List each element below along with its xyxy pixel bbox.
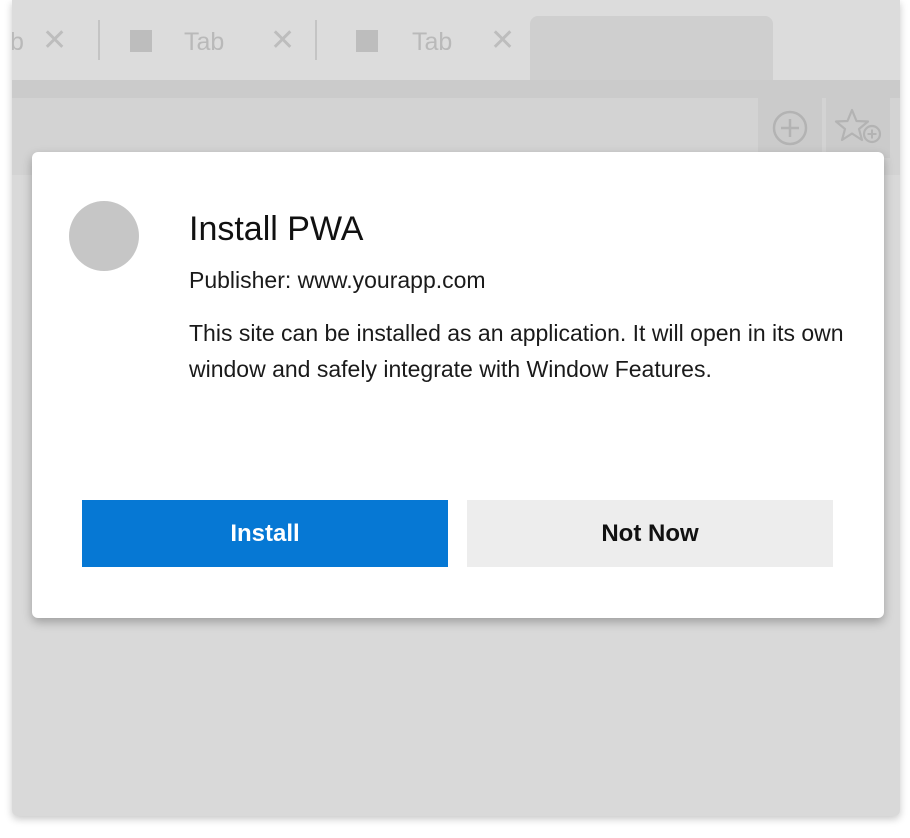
active-tab[interactable]: [530, 16, 773, 80]
install-pwa-dialog: Install PWA Publisher: www.yourapp.com T…: [32, 152, 884, 618]
tab-1[interactable]: b ✕: [12, 0, 92, 80]
toolbar-strip: [12, 80, 900, 98]
dialog-title: Install PWA: [189, 210, 364, 248]
favicon-icon: [356, 30, 378, 52]
tab-title: Tab: [184, 28, 225, 56]
install-button[interactable]: Install: [82, 500, 448, 567]
tab-3[interactable]: Tab ✕: [332, 0, 532, 80]
not-now-button[interactable]: Not Now: [467, 500, 833, 567]
tab-title: Tab: [412, 28, 453, 56]
add-favorite-button[interactable]: [826, 98, 890, 158]
dialog-description: This site can be installed as an applica…: [189, 320, 844, 382]
favicon-icon: [130, 30, 152, 52]
close-icon[interactable]: ✕: [42, 25, 67, 57]
close-icon[interactable]: ✕: [270, 25, 295, 57]
tab-title: b: [12, 28, 24, 56]
tab-separator: [315, 20, 317, 60]
close-icon[interactable]: ✕: [490, 25, 515, 57]
add-button[interactable]: [758, 98, 822, 158]
publisher-text: Publisher: www.yourapp.com: [189, 267, 486, 293]
app-icon: [69, 201, 139, 271]
circle-plus-icon: [772, 110, 808, 146]
tab-separator: [98, 20, 100, 60]
tab-strip: b ✕ Tab ✕ Tab ✕: [12, 0, 900, 80]
star-plus-icon: [834, 108, 882, 144]
tab-2[interactable]: Tab ✕: [112, 0, 322, 80]
